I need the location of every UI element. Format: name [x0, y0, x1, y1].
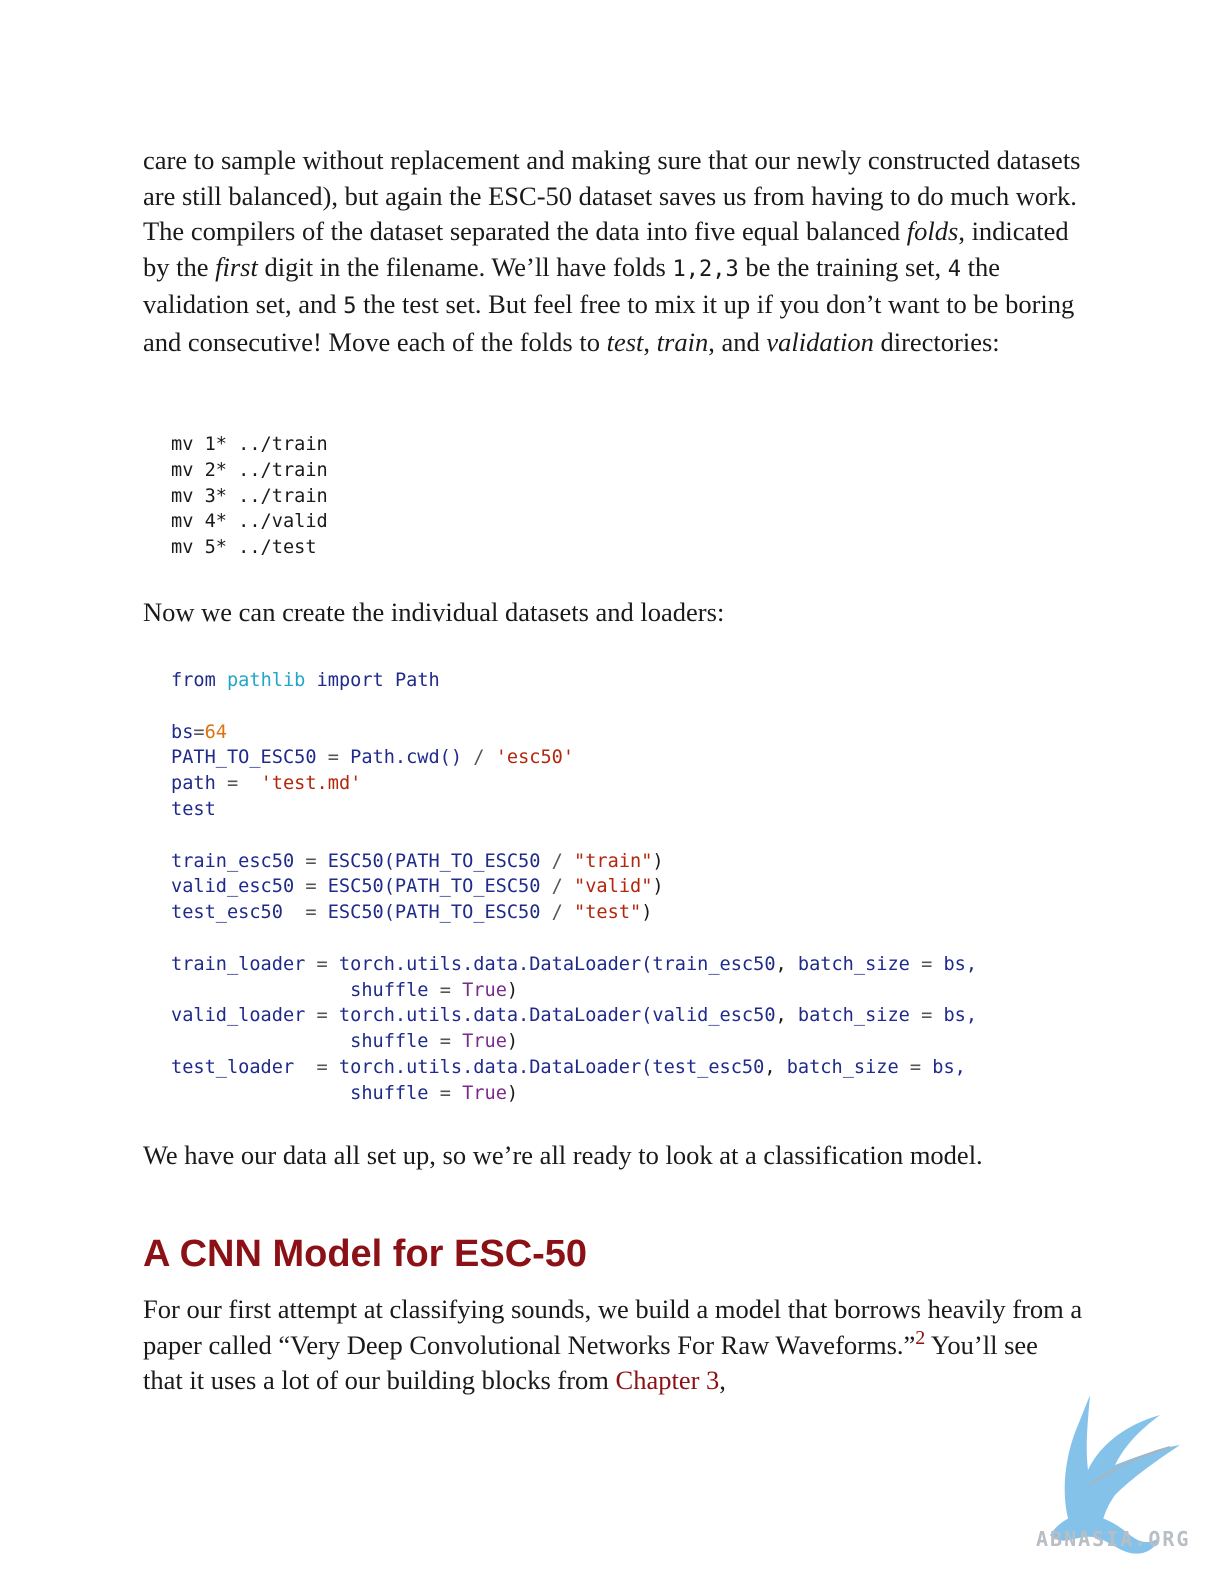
paragraph-ready: We have our data all set up, so we’re al…	[143, 1140, 983, 1170]
code-line: mv 4* ../valid	[171, 511, 328, 533]
footnote-link[interactable]: 2	[915, 1327, 925, 1349]
watermark-text: ABNASIA.ORG	[1036, 1527, 1191, 1551]
code-line: mv 3* ../train	[171, 485, 328, 507]
section-heading: A CNN Model for ESC-50	[143, 1233, 588, 1275]
paragraph-cnn-model: For our first attempt at classifying sou…	[143, 1294, 1083, 1395]
code-line: mv 2* ../train	[171, 459, 328, 481]
inline-code: 5	[343, 294, 357, 319]
chapter-link[interactable]: Chapter 3	[616, 1365, 720, 1395]
paragraph-intro: care to sample without replacement and m…	[143, 145, 1081, 357]
python-code-block: from pathlib import Path bs=64 PATH_TO_E…	[171, 670, 978, 1104]
code-line: mv 1* ../train	[171, 434, 328, 455]
inline-code: 4	[947, 256, 961, 282]
paragraph-datasets: Now we can create the individual dataset…	[143, 597, 725, 627]
inline-code: 1,2,3	[672, 256, 739, 282]
code-line: mv 5* ../test	[171, 537, 317, 559]
shell-code-block: mv 1* ../train mv 2* ../train mv 3* ../t…	[171, 432, 328, 561]
